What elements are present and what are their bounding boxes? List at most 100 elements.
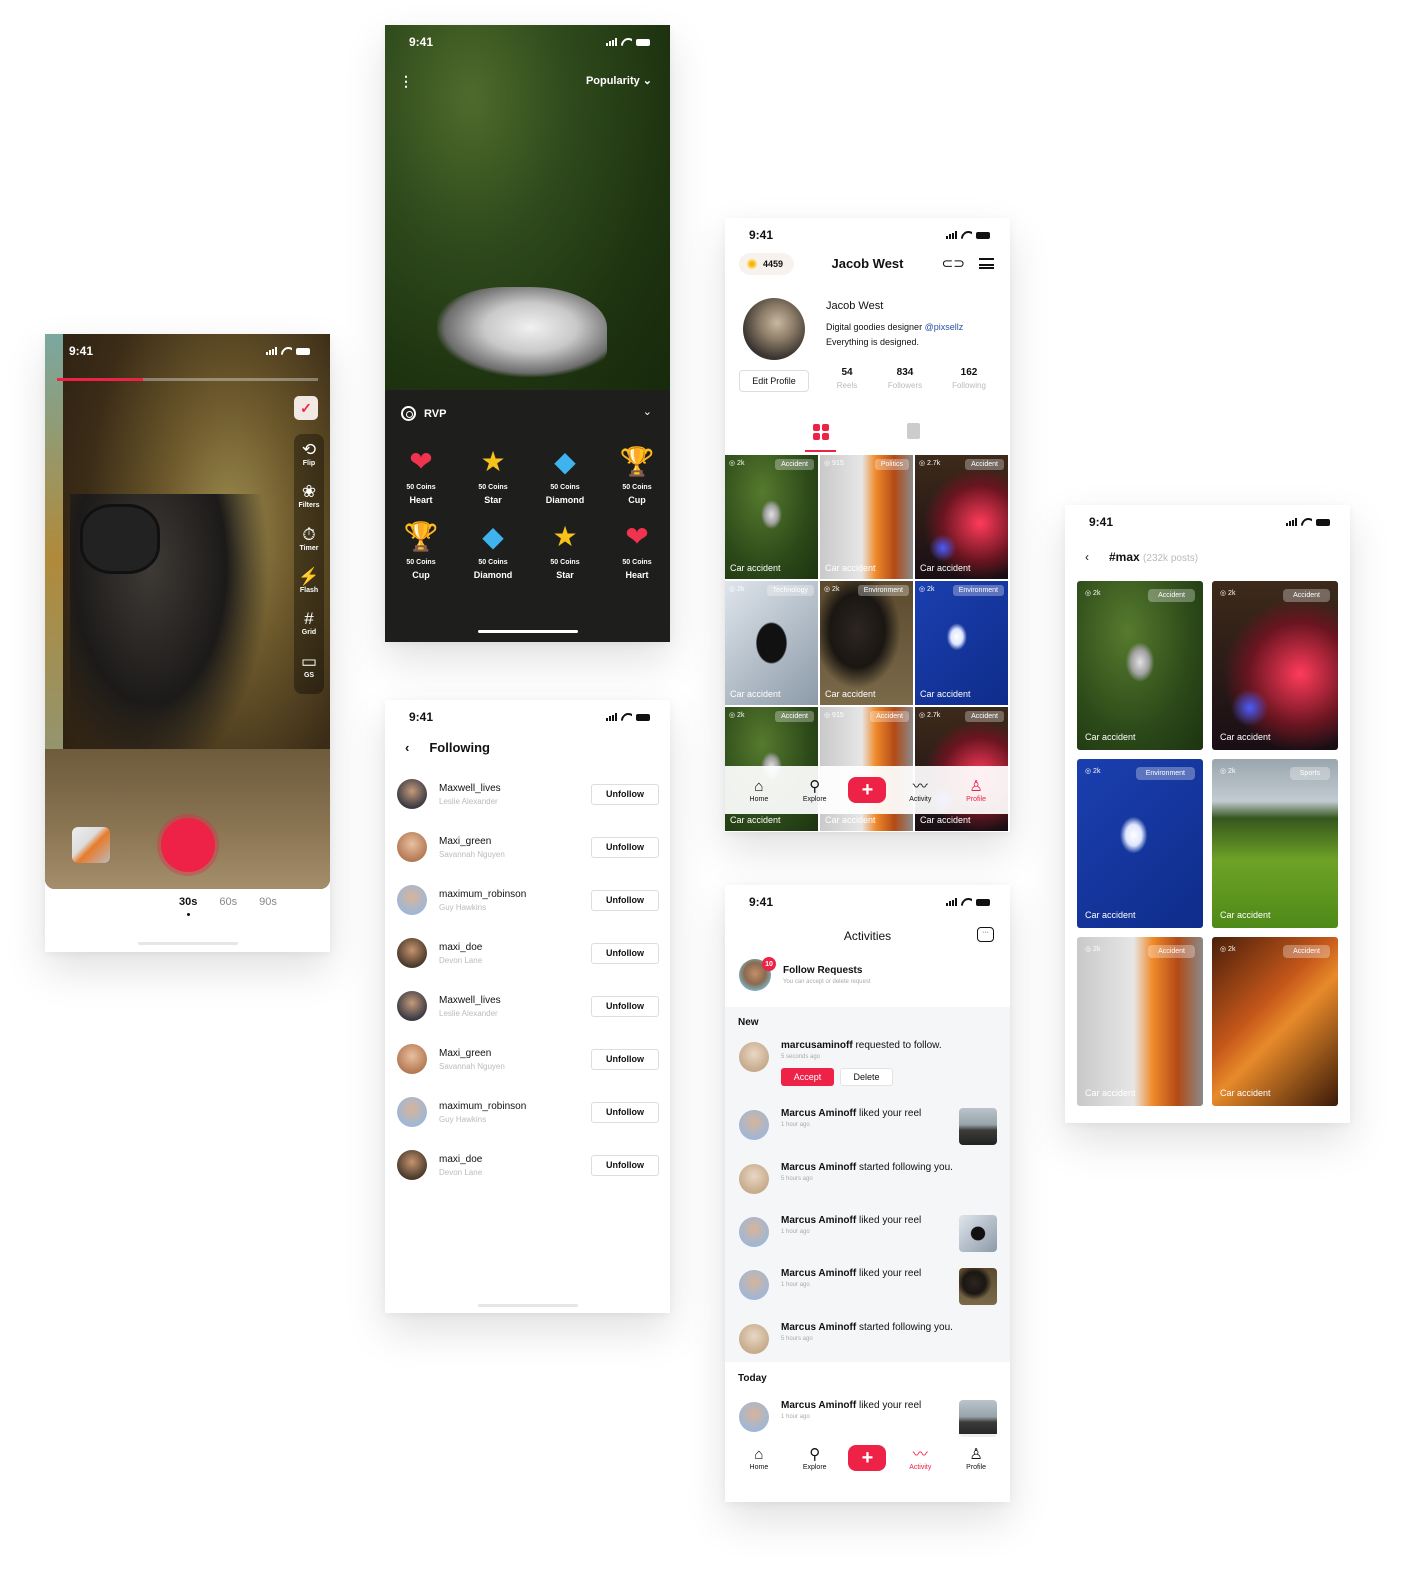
menu-icon[interactable] bbox=[979, 258, 994, 269]
avatar[interactable] bbox=[397, 1044, 427, 1074]
gift-item[interactable]: 🏆 50 Coins Cup bbox=[601, 442, 670, 505]
avatar[interactable] bbox=[739, 1110, 769, 1140]
link-icon[interactable]: ⊂⊃ bbox=[942, 255, 965, 272]
grid-tab-icon[interactable] bbox=[813, 424, 829, 440]
hashtag-post-tile[interactable]: ◎ 2k Accident Car accident bbox=[1212, 937, 1338, 1106]
hashtag-post-tile[interactable]: ◎ 2k Accident Car accident bbox=[1077, 581, 1203, 750]
unfollow-button[interactable]: Unfollow bbox=[591, 942, 659, 964]
nav-explore[interactable]: ⚲ Explore bbox=[793, 778, 837, 803]
username[interactable]: Maxwell_lives bbox=[439, 995, 591, 1006]
username[interactable]: maximum_robinson bbox=[439, 1101, 591, 1112]
username[interactable]: maxi_doe bbox=[439, 942, 591, 953]
avatar[interactable] bbox=[739, 1324, 769, 1354]
avatar[interactable] bbox=[397, 1097, 427, 1127]
activity-user[interactable]: Marcus Aminoff bbox=[781, 1162, 856, 1173]
gift-item[interactable]: ❤ 50 Coins Heart bbox=[601, 517, 670, 580]
create-button[interactable]: + bbox=[848, 1445, 887, 1471]
gift-item[interactable]: 🏆 50 Coins Cup bbox=[385, 517, 457, 580]
avatar[interactable] bbox=[397, 885, 427, 915]
activity-user[interactable]: Marcus Aminoff bbox=[781, 1322, 856, 1333]
nav-profile[interactable]: ♙ Profile bbox=[954, 778, 998, 803]
activity-user[interactable]: Marcus Aminoff bbox=[781, 1108, 856, 1119]
username[interactable]: maximum_robinson bbox=[439, 889, 591, 900]
hashtag-post-tile[interactable]: ◎ 2k Environment Car accident bbox=[1077, 759, 1203, 928]
edit-profile-button[interactable]: Edit Profile bbox=[739, 370, 809, 392]
avatar[interactable] bbox=[739, 1402, 769, 1432]
record-button[interactable] bbox=[161, 818, 215, 872]
duration-60s[interactable]: 60s bbox=[219, 896, 237, 908]
back-icon[interactable]: ‹ bbox=[1085, 550, 1089, 564]
post-tile[interactable]: ◎ 2.7k Accident Car accident bbox=[915, 455, 1008, 579]
gs-button[interactable]: ▭ GS bbox=[301, 652, 317, 694]
nav-activity[interactable]: 〰 Activity bbox=[898, 1446, 942, 1471]
filters-button[interactable]: ❀ Filters bbox=[298, 482, 319, 524]
sort-dropdown[interactable]: Popularity ⌄ bbox=[586, 74, 652, 87]
flash-button[interactable]: ⚡ Flash bbox=[298, 567, 319, 609]
hashtag-post-tile[interactable]: ◎ 2k Accident Car accident bbox=[1212, 581, 1338, 750]
hashtag-post-tile[interactable]: ◎ 2k Accident Car accident bbox=[1077, 937, 1203, 1106]
post-tile[interactable]: ◎ 2k Environment Car accident bbox=[820, 581, 913, 705]
username[interactable]: Maxi_green bbox=[439, 1048, 591, 1059]
flip-button[interactable]: ⟲ Flip bbox=[302, 440, 316, 482]
reel-thumbnail[interactable] bbox=[959, 1215, 997, 1252]
nav-home[interactable]: ⌂ Home bbox=[737, 778, 781, 803]
reel-thumbnail[interactable] bbox=[959, 1268, 997, 1305]
post-tile[interactable]: ◎ 2k Environment Car accident bbox=[915, 581, 1008, 705]
nav-activity[interactable]: 〰 Activity bbox=[898, 778, 942, 803]
username[interactable]: Maxwell_lives bbox=[439, 783, 591, 794]
avatar[interactable] bbox=[739, 1042, 769, 1072]
unfollow-button[interactable]: Unfollow bbox=[591, 836, 659, 858]
activity-user[interactable]: marcusaminoff bbox=[781, 1040, 853, 1051]
mention-link[interactable]: @pixsellz bbox=[925, 322, 964, 332]
stat-followers[interactable]: 834 Followers bbox=[876, 367, 934, 390]
reel-thumbnail[interactable] bbox=[959, 1400, 997, 1437]
accept-button[interactable]: Accept bbox=[781, 1068, 834, 1086]
chat-icon[interactable]: ··· bbox=[977, 927, 994, 942]
unfollow-button[interactable]: Unfollow bbox=[591, 783, 659, 805]
chevron-down-icon[interactable]: ⌄ bbox=[643, 405, 652, 418]
activity-user[interactable]: Marcus Aminoff bbox=[781, 1215, 856, 1226]
create-button[interactable]: + bbox=[848, 777, 887, 803]
post-tile[interactable]: ◎ 2k Technology Car accident bbox=[725, 581, 818, 705]
activity-user[interactable]: Marcus Aminoff bbox=[781, 1268, 856, 1279]
follow-requests[interactable]: 10 Follow Requests You can accept or dele… bbox=[739, 957, 871, 991]
unfollow-button[interactable]: Unfollow bbox=[591, 1048, 659, 1070]
duration-90s[interactable]: 90s bbox=[259, 896, 277, 908]
avatar[interactable] bbox=[397, 938, 427, 968]
avatar[interactable] bbox=[397, 991, 427, 1021]
avatar[interactable] bbox=[397, 1150, 427, 1180]
confirm-button[interactable]: ✓ bbox=[294, 396, 318, 420]
avatar[interactable] bbox=[739, 1270, 769, 1300]
more-options-icon[interactable]: ⋮ bbox=[399, 73, 413, 90]
post-tile[interactable]: ◎ 2k Accident Car accident bbox=[725, 455, 818, 579]
unfollow-button[interactable]: Unfollow bbox=[591, 889, 659, 911]
timer-button[interactable]: ⏱ Timer bbox=[300, 525, 319, 567]
grid-button[interactable]: # Grid bbox=[302, 609, 316, 651]
delete-button[interactable]: Delete bbox=[840, 1068, 893, 1086]
avatar[interactable] bbox=[739, 1217, 769, 1247]
nav-home[interactable]: ⌂ Home bbox=[737, 1446, 781, 1471]
unfollow-button[interactable]: Unfollow bbox=[591, 1101, 659, 1123]
gift-item[interactable]: ◆ 50 Coins Diamond bbox=[457, 517, 529, 580]
username[interactable]: maxi_doe bbox=[439, 1154, 591, 1165]
hashtag-post-tile[interactable]: ◎ 2k Sports Car accident bbox=[1212, 759, 1338, 928]
bookmark-tab-icon[interactable] bbox=[907, 423, 920, 439]
duration-30s[interactable]: 30s bbox=[179, 896, 197, 916]
gift-item[interactable]: ❤ 50 Coins Heart bbox=[385, 442, 457, 505]
nav-profile[interactable]: ♙ Profile bbox=[954, 1446, 998, 1471]
activity-user[interactable]: Marcus Aminoff bbox=[781, 1400, 856, 1411]
gift-item[interactable]: ★ 50 Coins Star bbox=[457, 442, 529, 505]
unfollow-button[interactable]: Unfollow bbox=[591, 1154, 659, 1176]
avatar[interactable] bbox=[397, 779, 427, 809]
nav-explore[interactable]: ⚲ Explore bbox=[793, 1446, 837, 1471]
unfollow-button[interactable]: Unfollow bbox=[591, 995, 659, 1017]
stat-reels[interactable]: 54 Reels bbox=[818, 367, 876, 390]
post-tile[interactable]: ◎ 915 Politics Car accident bbox=[820, 455, 913, 579]
username[interactable]: Maxi_green bbox=[439, 836, 591, 847]
gift-item[interactable]: ★ 50 Coins Star bbox=[529, 517, 601, 580]
back-icon[interactable]: ‹ bbox=[405, 740, 409, 755]
reel-thumbnail[interactable] bbox=[959, 1108, 997, 1145]
stat-following[interactable]: 162 Following bbox=[934, 367, 1004, 390]
gift-item[interactable]: ◆ 50 Coins Diamond bbox=[529, 442, 601, 505]
gallery-thumbnail[interactable] bbox=[72, 827, 110, 863]
